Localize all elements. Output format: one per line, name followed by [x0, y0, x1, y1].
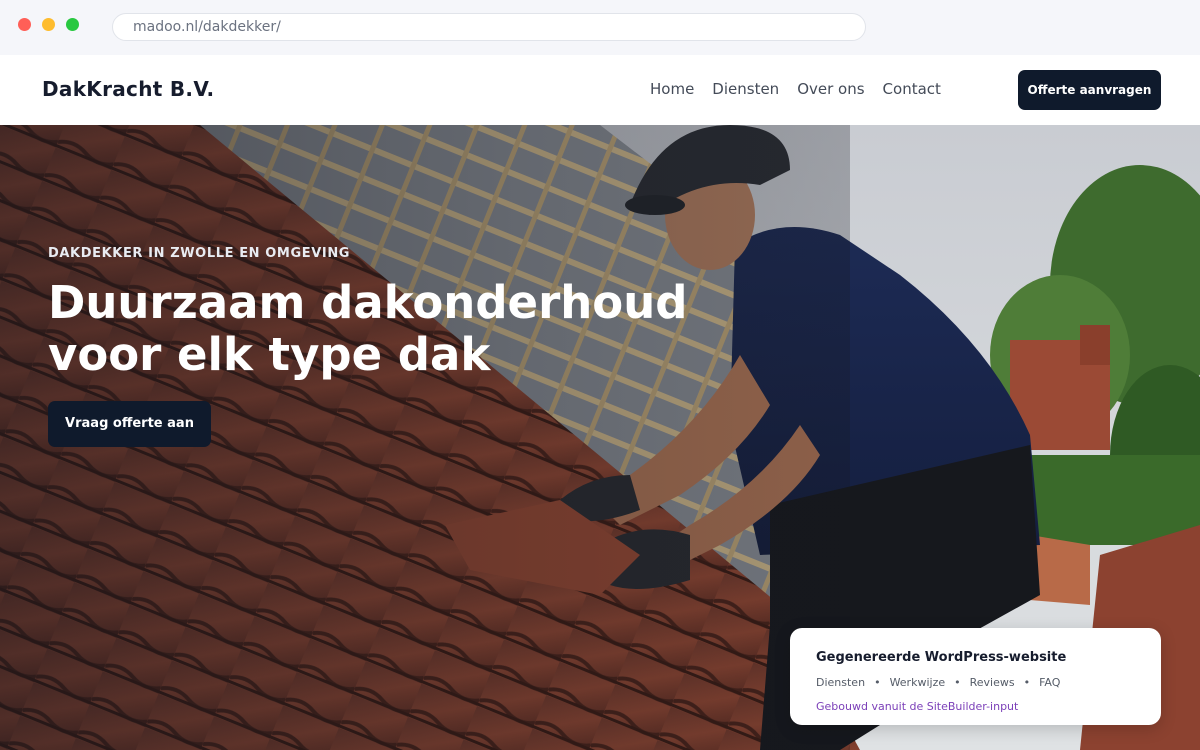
minimize-window-dot[interactable]	[42, 18, 55, 31]
main-nav: Home Diensten Over ons Contact	[650, 80, 941, 98]
nav-item-contact[interactable]: Contact	[883, 80, 941, 98]
card-section-links: Diensten • Werkwijze • Reviews • FAQ	[816, 676, 1060, 689]
card-separator: •	[1023, 676, 1031, 689]
generated-site-card: Gegenereerde WordPress-website Diensten …	[790, 628, 1161, 725]
card-link-faq[interactable]: FAQ	[1039, 676, 1060, 689]
hero-eyebrow: DAKDEKKER IN ZWOLLE EN OMGEVING	[48, 246, 351, 261]
site-logo[interactable]: DakKracht B.V.	[42, 77, 214, 101]
card-separator: •	[874, 676, 881, 689]
request-quote-button[interactable]: Offerte aanvragen	[1018, 70, 1161, 110]
card-title: Gegenereerde WordPress-website	[816, 650, 1067, 665]
card-link-reviews[interactable]: Reviews	[970, 676, 1015, 689]
card-separator: •	[954, 676, 961, 689]
request-quote-hero-button[interactable]: Vraag offerte aan	[48, 401, 211, 447]
card-footnote: Gebouwd vanuit de SiteBuilder-input	[816, 700, 1019, 713]
address-bar[interactable]: madoo.nl/dakdekker/	[112, 13, 866, 41]
nav-item-over-ons[interactable]: Over ons	[797, 80, 864, 98]
browser-toolbar: madoo.nl/dakdekker/	[0, 0, 1200, 55]
card-link-werkwijze[interactable]: Werkwijze	[890, 676, 946, 689]
site-header: DakKracht B.V. Home Diensten Over ons Co…	[0, 55, 1200, 125]
nav-item-diensten[interactable]: Diensten	[712, 80, 779, 98]
address-bar-url: madoo.nl/dakdekker/	[133, 19, 281, 35]
hero-section: DAKDEKKER IN ZWOLLE EN OMGEVING Duurzaam…	[0, 125, 1200, 750]
close-window-dot[interactable]	[18, 18, 31, 31]
nav-item-home[interactable]: Home	[650, 80, 694, 98]
card-link-diensten[interactable]: Diensten	[816, 676, 865, 689]
hero-title: Duurzaam dakonderhoud voor elk type dak	[48, 276, 688, 381]
maximize-window-dot[interactable]	[66, 18, 79, 31]
